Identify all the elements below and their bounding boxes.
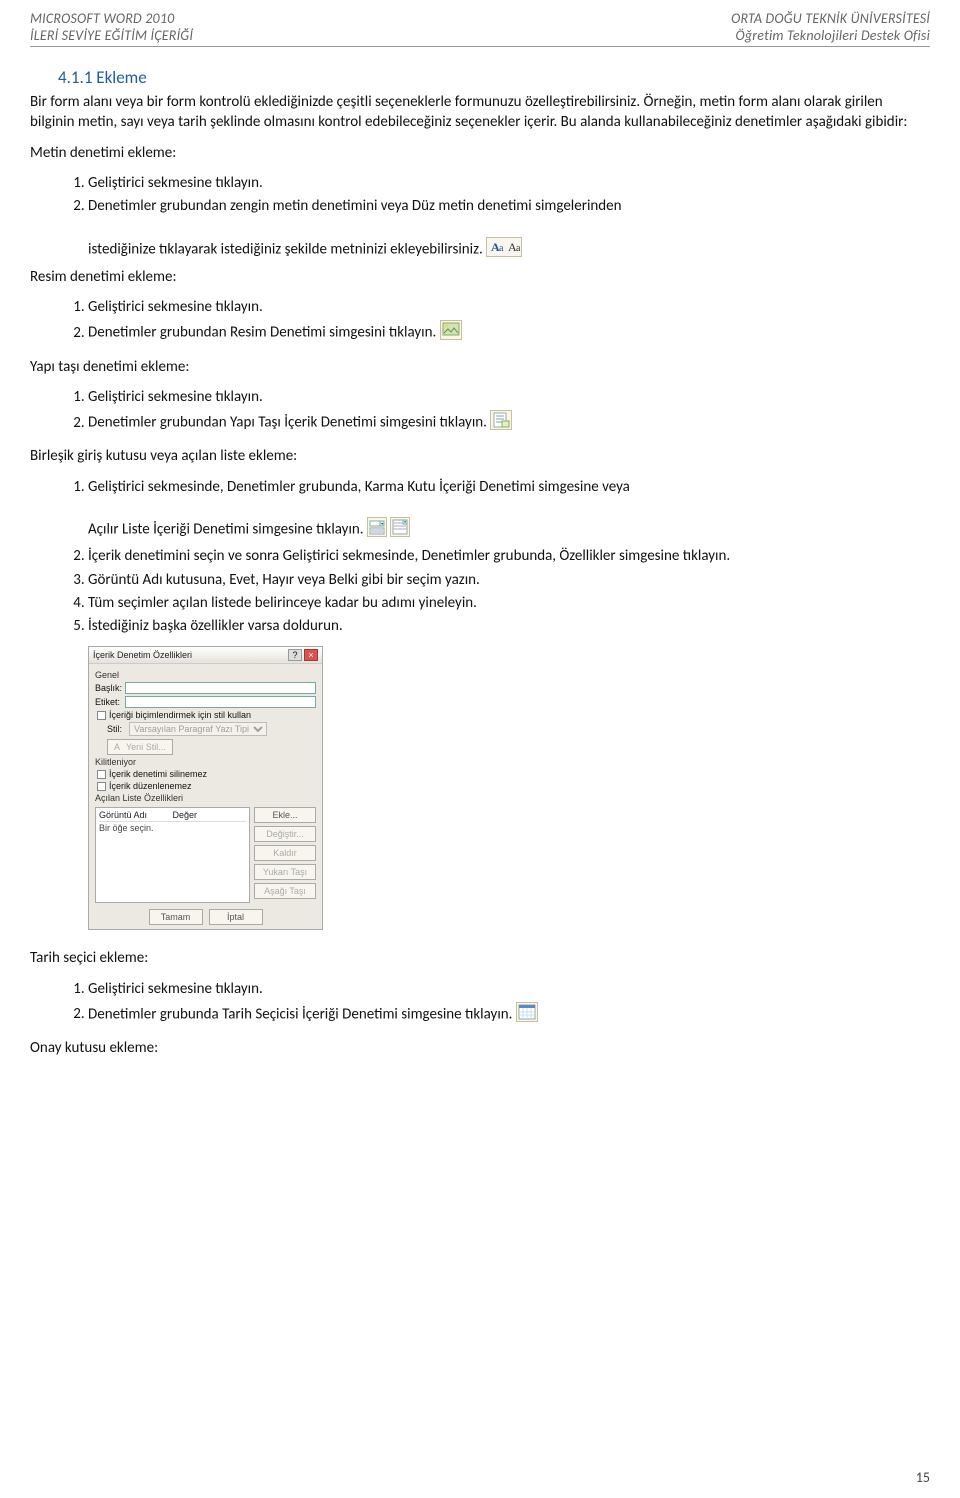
label-title: Başlık:: [95, 683, 125, 693]
header-divider: [30, 46, 930, 47]
move-up-button[interactable]: Yukarı Taşı: [254, 864, 316, 880]
dropdown-list-icon: [390, 517, 410, 543]
metin-heading: Metin denetimi ekleme:: [30, 143, 930, 163]
group-general: Genel: [95, 670, 316, 680]
tarih-step-2: Denetimler grubunda Tarih Seçicisi İçeri…: [88, 1002, 930, 1028]
dialog-help-button[interactable]: ?: [288, 649, 302, 661]
tag-input[interactable]: [125, 696, 316, 708]
date-picker-icon: [516, 1002, 538, 1028]
birlesik-step-2: İçerik denetimini seçin ve sonra Gelişti…: [88, 546, 930, 566]
label-style: Stil:: [107, 724, 129, 734]
new-style-button[interactable]: A Yeni Stil...: [107, 739, 173, 755]
page-header: MICROSOFT WORD 2010 İLERİ SEVİYE EĞİTİM …: [30, 10, 930, 44]
combo-box-icon: [367, 517, 387, 543]
cannot-delete-label: İçerik denetimi silinemez: [109, 769, 207, 779]
onay-heading: Onay kutusu ekleme:: [30, 1038, 930, 1058]
content-control-properties-dialog: İçerik Denetim Özellikleri ? × Genel Baş…: [88, 646, 323, 930]
yapi-step-1: Geliştirici sekmesine tıklayın.: [88, 387, 930, 407]
metin-step-1: Geliştirici sekmesine tıklayın.: [88, 173, 930, 193]
picture-control-icon: [440, 320, 462, 346]
tarih-step-2-text: Denetimler grubunda Tarih Seçicisi İçeri…: [88, 1005, 512, 1023]
birlesik-step-5: İstediğiniz başka özellikler varsa doldu…: [88, 616, 930, 636]
dialog-titlebar: İçerik Denetim Özellikleri ? ×: [89, 647, 322, 664]
dialog-close-button[interactable]: ×: [304, 649, 318, 661]
tarih-step-1: Geliştirici sekmesine tıklayın.: [88, 979, 930, 999]
title-input[interactable]: [125, 682, 316, 694]
svg-text:A: A: [114, 742, 120, 752]
col-display-name: Görüntü Adı: [99, 810, 173, 820]
label-tag: Etiket:: [95, 697, 125, 707]
modify-button[interactable]: Değiştir...: [254, 826, 316, 842]
metin-step-2a: Denetimler grubundan zengin metin deneti…: [88, 197, 622, 215]
birlesik-step-4: Tüm seçimler açılan listede belirinceye …: [88, 593, 930, 613]
style-select[interactable]: Varsayılan Paragraf Yazı Tipi: [129, 722, 267, 736]
metin-step-2: Denetimler grubundan zengin metin deneti…: [88, 196, 930, 263]
header-right-2: Öğretim Teknolojileri Destek Ofisi: [731, 27, 930, 44]
use-style-label: İçeriği biçimlendirmek için stil kullan: [109, 710, 251, 720]
cannot-delete-checkbox[interactable]: İçerik denetimi silinemez: [97, 769, 316, 779]
cancel-button[interactable]: İptal: [209, 909, 263, 925]
birlesik-step-3: Görüntü Adı kutusuna, Evet, Hayır veya B…: [88, 570, 930, 590]
rich-text-icon: A a A a: [486, 237, 522, 263]
cannot-edit-checkbox[interactable]: İçerik düzenlenemez: [97, 781, 316, 791]
header-left-1: MICROSOFT WORD 2010: [30, 10, 193, 27]
resim-heading: Resim denetimi ekleme:: [30, 267, 930, 287]
list-row-hint: Bir öğe seçin.: [99, 823, 246, 833]
col-value: Değer: [173, 810, 247, 820]
ok-button[interactable]: Tamam: [149, 909, 203, 925]
birlesik-step-1: Geliştirici sekmesinde, Denetimler grubu…: [88, 477, 930, 544]
yapi-step-2: Denetimler grubundan Yapı Taşı İçerik De…: [88, 410, 930, 436]
metin-step-2b: istediğinize tıklayarak istediğiniz şeki…: [88, 240, 483, 258]
building-block-icon: [490, 410, 512, 436]
section-title: 4.1.1 Ekleme: [58, 67, 930, 88]
group-dropdown: Açılan Liste Özellikleri: [95, 793, 316, 803]
cannot-edit-label: İçerik düzenlenemez: [109, 781, 192, 791]
birlesik-step-1b: Açılır Liste İçeriği Denetimi simgesine …: [88, 521, 364, 539]
dialog-title: İçerik Denetim Özellikleri: [93, 650, 288, 660]
birlesik-heading: Birleşik giriş kutusu veya açılan liste …: [30, 446, 930, 466]
resim-step-1: Geliştirici sekmesine tıklayın.: [88, 297, 930, 317]
add-button[interactable]: Ekle...: [254, 807, 316, 823]
resim-step-2: Denetimler grubundan Resim Denetimi simg…: [88, 320, 930, 346]
move-down-button[interactable]: Aşağı Taşı: [254, 883, 316, 899]
svg-text:a: a: [499, 243, 504, 254]
page-number: 15: [916, 1469, 930, 1486]
svg-text:a: a: [516, 243, 521, 254]
intro-paragraph: Bir form alanı veya bir form kontrolü ek…: [30, 92, 930, 133]
yapi-step-2-text: Denetimler grubundan Yapı Taşı İçerik De…: [88, 414, 487, 432]
remove-button[interactable]: Kaldır: [254, 845, 316, 861]
use-style-checkbox[interactable]: İçeriği biçimlendirmek için stil kullan: [97, 710, 316, 720]
group-lock: Kilitleniyor: [95, 757, 316, 767]
options-listbox[interactable]: Görüntü Adı Değer Bir öğe seçin.: [95, 807, 250, 903]
header-left-2: İLERİ SEVİYE EĞİTİM İÇERİĞİ: [30, 27, 193, 44]
header-right-1: ORTA DOĞU TEKNİK ÜNİVERSİTESİ: [731, 10, 930, 27]
yapi-heading: Yapı taşı denetimi ekleme:: [30, 357, 930, 377]
resim-step-2-text: Denetimler grubundan Resim Denetimi simg…: [88, 324, 436, 342]
tarih-heading: Tarih seçici ekleme:: [30, 948, 930, 968]
birlesik-step-1a: Geliştirici sekmesinde, Denetimler grubu…: [88, 478, 630, 496]
